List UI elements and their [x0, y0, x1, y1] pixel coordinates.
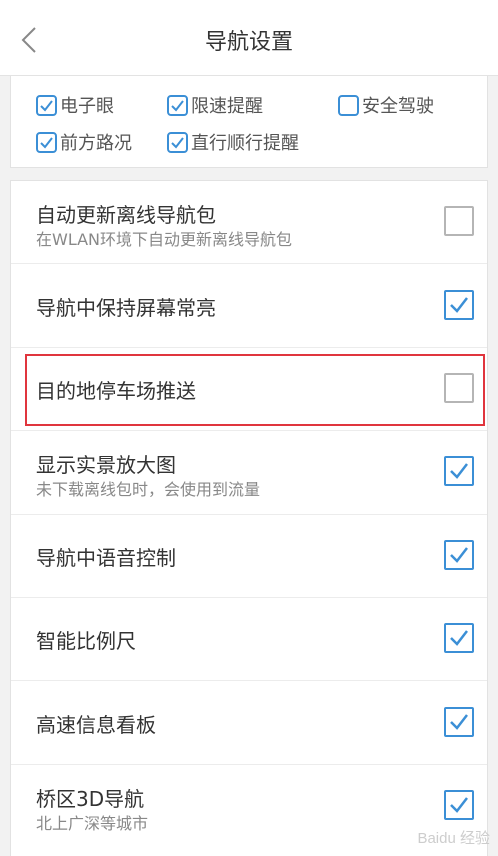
setting-title: 显示实景放大图	[36, 453, 176, 477]
option-speed-limit[interactable]: 限速提醒	[167, 92, 263, 118]
setting-row-screen-on[interactable]: 导航中保持屏幕常亮	[11, 264, 487, 348]
checkbox-checked-icon[interactable]	[444, 790, 474, 820]
option-label: 直行顺行提醒	[191, 133, 299, 154]
checkbox-checked-icon[interactable]	[167, 131, 188, 153]
option-label: 前方路况	[60, 133, 132, 154]
setting-title: 桥区3D导航	[36, 787, 145, 811]
setting-title: 智能比例尺	[36, 629, 136, 653]
setting-title: 高速信息看板	[36, 713, 156, 737]
option-road-ahead[interactable]: 前方路况	[36, 129, 132, 155]
setting-title: 自动更新离线导航包	[36, 203, 216, 227]
setting-row-smart-scale[interactable]: 智能比例尺	[11, 598, 487, 681]
option-electronic-eye[interactable]: 电子眼	[36, 92, 114, 118]
setting-row-auto-update[interactable]: 自动更新离线导航包 在WLAN环境下自动更新离线导航包	[11, 181, 487, 264]
setting-title: 导航中保持屏幕常亮	[36, 296, 216, 320]
checkbox-checked-icon[interactable]	[444, 540, 474, 570]
setting-subtitle: 北上广深等城市	[36, 814, 149, 833]
setting-subtitle: 在WLAN环境下自动更新离线导航包	[36, 230, 293, 249]
checkbox-unchecked-icon[interactable]	[444, 206, 474, 236]
checkbox-checked-icon[interactable]	[36, 94, 57, 116]
setting-row-parking-push[interactable]: 目的地停车场推送	[11, 348, 487, 431]
page-title: 导航设置	[204, 30, 293, 55]
option-straight-reminder[interactable]: 直行顺行提醒	[167, 129, 299, 155]
watermark-logo: Baidu 经验	[417, 830, 490, 847]
setting-subtitle: 未下载离线包时，会使用到流量	[36, 480, 261, 499]
setting-row-bridge-3d[interactable]: 桥区3D导航 北上广深等城市	[11, 765, 487, 856]
setting-row-voice-control[interactable]: 导航中语音控制	[11, 515, 487, 598]
option-label: 限速提醒	[191, 96, 263, 117]
top-bar: 导航设置	[0, 0, 498, 76]
setting-row-highway-board[interactable]: 高速信息看板	[11, 681, 487, 765]
checkbox-checked-icon[interactable]	[444, 290, 474, 320]
checkbox-checked-icon[interactable]	[444, 456, 474, 486]
setting-row-real-scene[interactable]: 显示实景放大图 未下载离线包时，会使用到流量	[11, 431, 487, 515]
settings-list: 自动更新离线导航包 在WLAN环境下自动更新离线导航包 导航中保持屏幕常亮 目的…	[10, 180, 488, 856]
checkbox-checked-icon[interactable]	[444, 623, 474, 653]
checkbox-checked-icon[interactable]	[444, 707, 474, 737]
setting-title: 目的地停车场推送	[36, 379, 196, 403]
alert-options-card: 电子眼 限速提醒 安全驾驶 前方路况 直行顺行提醒	[10, 76, 488, 168]
checkbox-unchecked-icon[interactable]	[444, 373, 474, 403]
checkbox-checked-icon[interactable]	[36, 131, 57, 153]
option-label: 电子眼	[60, 96, 114, 117]
setting-title: 导航中语音控制	[36, 546, 176, 570]
checkbox-unchecked-icon[interactable]	[338, 94, 359, 116]
checkbox-checked-icon[interactable]	[167, 94, 188, 116]
option-label: 安全驾驶	[362, 96, 434, 117]
option-safe-driving[interactable]: 安全驾驶	[338, 92, 434, 118]
